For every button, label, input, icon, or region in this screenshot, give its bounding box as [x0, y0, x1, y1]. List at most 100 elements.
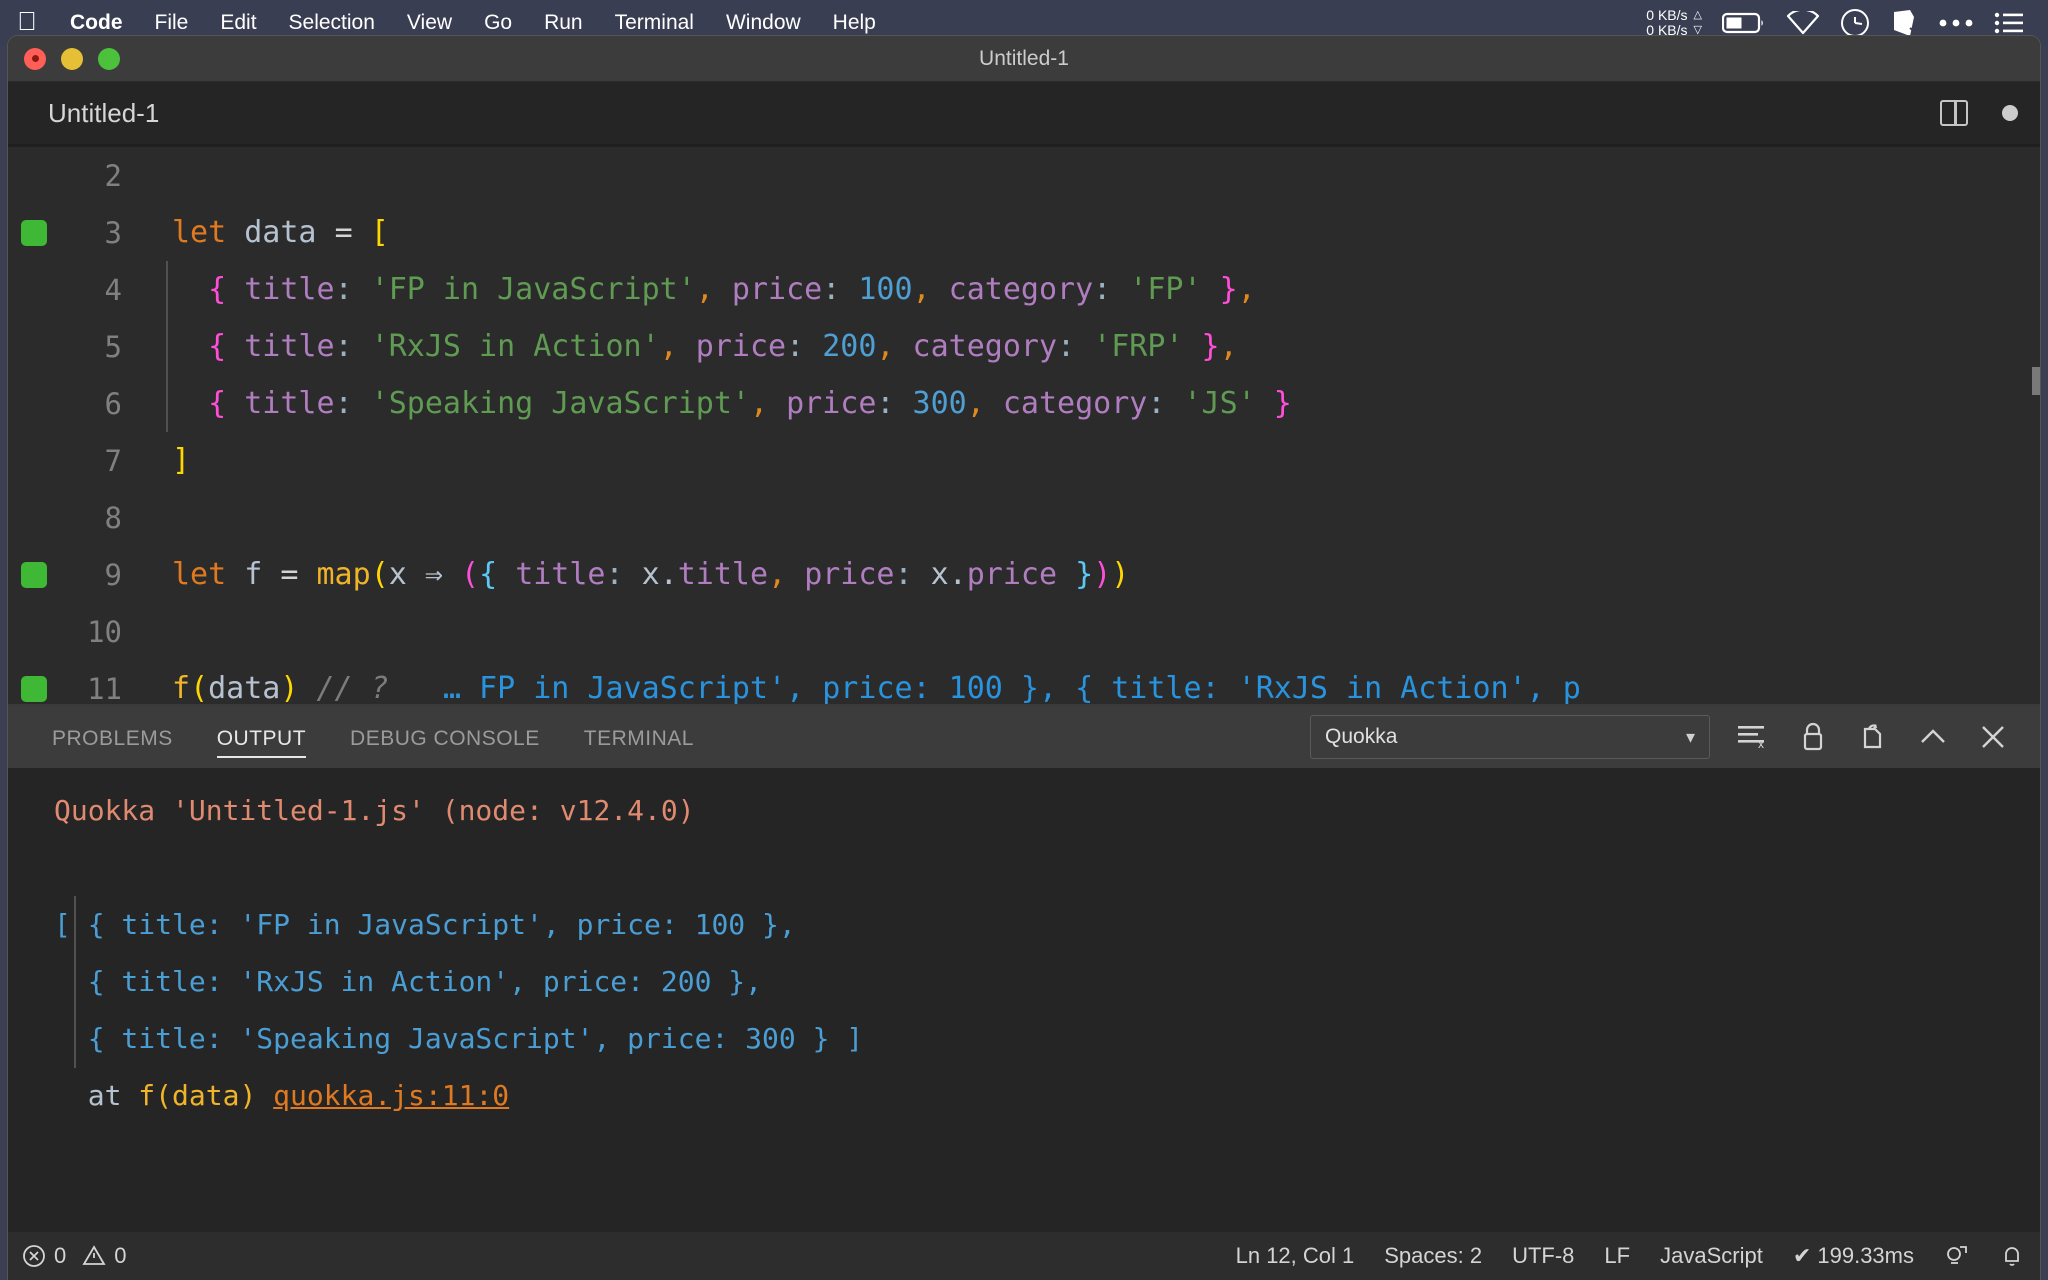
code-token: 200	[822, 329, 877, 364]
code-token: data	[244, 215, 317, 250]
code-token: 'RxJS in Action'	[370, 329, 660, 364]
status-quokka-time[interactable]: ✔ 199.33ms	[1793, 1243, 1914, 1269]
minimize-button[interactable]	[61, 47, 83, 70]
wifi-icon[interactable]	[1786, 11, 1820, 35]
code-token: title	[244, 386, 335, 421]
code-token: ⇒	[424, 557, 443, 592]
zoom-button[interactable]	[98, 47, 120, 70]
code-token: 100	[858, 272, 913, 307]
clock-icon[interactable]	[1840, 8, 1870, 38]
control-center-icon[interactable]	[1994, 11, 2024, 35]
code-token: }	[1075, 557, 1094, 592]
output-line: { title: 'Speaking JavaScript', price: 3…	[54, 1010, 2040, 1067]
code-text: ]	[122, 443, 190, 478]
output-channel-select[interactable]: Quokka ▾	[1310, 715, 1710, 759]
status-cursor-position[interactable]: Ln 12, Col 1	[1236, 1243, 1355, 1269]
code-token: ,	[1219, 329, 1238, 364]
dropbox-icon[interactable]	[1890, 8, 1918, 38]
unsaved-changes-dot	[2002, 105, 2018, 121]
code-line[interactable]: 7]	[8, 432, 2040, 489]
editor-vertical-scrollbar[interactable]	[2032, 367, 2040, 395]
code-line[interactable]: 6 { title: 'Speaking JavaScript', price:…	[8, 375, 2040, 432]
output-panel-content[interactable]: Quokka 'Untitled-1.js' (node: v12.4.0) […	[8, 768, 2040, 1280]
network-speed-indicator[interactable]: 0 KB/s 0 KB/s △ ▽	[1646, 8, 1702, 38]
panel-tab-output[interactable]: OUTPUT	[216, 706, 307, 768]
code-token: title	[677, 557, 769, 592]
turn-auto-scrolling-off-icon[interactable]	[1796, 720, 1830, 754]
code-line[interactable]: 10	[8, 603, 2040, 660]
panel-tab-debug-console[interactable]: DEBUG CONSOLE	[350, 706, 540, 768]
code-token: :	[334, 329, 353, 364]
code-line[interactable]: 3 let data = [	[8, 204, 2040, 261]
code-text: { title: 'Speaking JavaScript', price: 3…	[122, 386, 1292, 421]
split-editor-icon[interactable]	[1940, 100, 1968, 126]
close-panel-icon[interactable]	[1976, 720, 2010, 754]
code-token: ,	[876, 329, 895, 364]
code-token: {	[479, 557, 498, 592]
battery-icon[interactable]	[1722, 11, 1766, 35]
panel-tab-problems[interactable]: PROBLEMS	[52, 706, 173, 768]
panel-tab-terminal[interactable]: TERMINAL	[584, 706, 694, 768]
line-number: 6	[104, 386, 122, 421]
menu-bar-status-items: 0 KB/s 0 KB/s △ ▽	[1646, 8, 2034, 38]
quokka-run-marker[interactable]	[8, 561, 60, 588]
code-token: (	[190, 671, 209, 704]
open-output-in-editor-icon[interactable]	[1856, 720, 1890, 754]
close-button[interactable]	[24, 47, 46, 70]
code-token: 'FP in JavaScript'	[370, 272, 696, 307]
code-token: 'FP'	[1129, 272, 1202, 307]
maximize-panel-icon[interactable]	[1916, 720, 1950, 754]
code-token: :	[822, 272, 841, 307]
code-token: (	[461, 557, 480, 592]
code-line[interactable]: 2	[8, 147, 2040, 204]
code-text: let f = map(x ⇒ ({ title: x.title, price…	[122, 557, 1129, 592]
status-eol[interactable]: LF	[1604, 1243, 1630, 1269]
apple-logo-icon[interactable]: 	[0, 8, 54, 38]
output-line: Quokka 'Untitled-1.js' (node: v12.4.0)	[54, 782, 2040, 839]
error-count: 0	[54, 1243, 67, 1268]
quokka-run-marker[interactable]	[8, 219, 60, 246]
status-indentation[interactable]: Spaces: 2	[1384, 1243, 1482, 1269]
code-token: data	[208, 671, 281, 704]
status-encoding[interactable]: UTF-8	[1512, 1243, 1574, 1269]
code-token: ]	[172, 443, 191, 478]
code-text: { title: 'RxJS in Action', price: 200, c…	[122, 329, 1238, 364]
code-token: price	[786, 386, 877, 421]
status-language-mode[interactable]: JavaScript	[1660, 1243, 1763, 1269]
editor-tab-untitled-1[interactable]: Untitled-1	[48, 98, 159, 129]
panel-tab-bar: PROBLEMS OUTPUT DEBUG CONSOLE TERMINAL Quok…	[8, 706, 2040, 768]
quokka-run-marker[interactable]	[8, 675, 60, 702]
code-line[interactable]: 5 { title: 'RxJS in Action', price: 200,…	[8, 318, 2040, 375]
clear-output-icon[interactable]: x	[1736, 720, 1770, 754]
run-marker-square	[21, 675, 47, 702]
code-line[interactable]: 9 let f = map(x ⇒ ({ title: x.title, pric…	[8, 546, 2040, 603]
status-errors[interactable]: 0 0	[22, 1243, 127, 1269]
notifications-bell-icon[interactable]	[2000, 1243, 2024, 1269]
output-source-link[interactable]: quokka.js:11:0	[273, 1079, 509, 1112]
code-token: title	[515, 557, 606, 592]
code-token: ,	[966, 386, 985, 421]
error-circle-icon	[22, 1244, 46, 1268]
code-text: f(data) // ? … FP in JavaScript', price:…	[122, 671, 1581, 704]
line-number: 7	[104, 443, 122, 478]
code-line[interactable]: 4 { title: 'FP in JavaScript', price: 10…	[8, 261, 2040, 318]
code-editor[interactable]: 2 3 let data = [4 { title: 'FP in JavaScri…	[8, 144, 2040, 704]
more-options-icon[interactable]	[1938, 17, 1974, 29]
output-segment: [ { title: 'FP in JavaScript', price: 10…	[54, 908, 796, 941]
code-token: map	[316, 557, 371, 592]
code-token: :	[894, 557, 913, 592]
code-line[interactable]: 11 f(data) // ? … FP in JavaScript', pric…	[8, 660, 2040, 704]
code-line[interactable]: 8	[8, 489, 2040, 546]
feedback-smiley-icon[interactable]	[1944, 1243, 1970, 1269]
